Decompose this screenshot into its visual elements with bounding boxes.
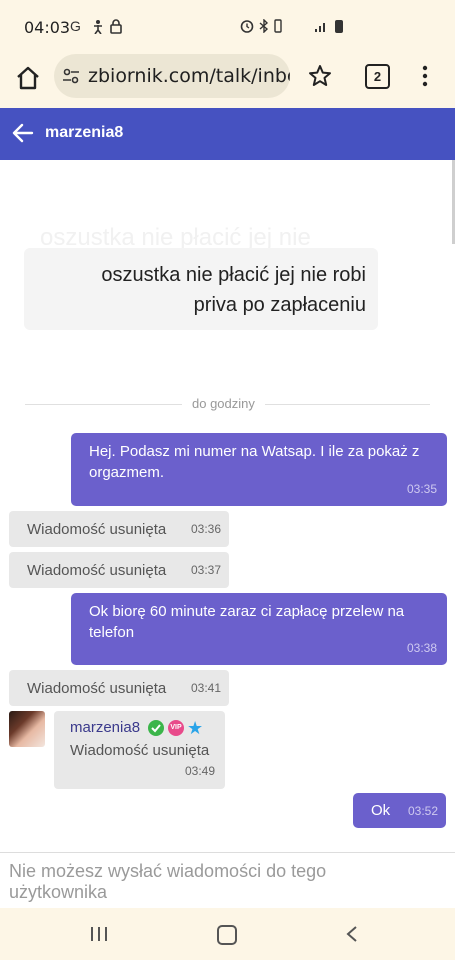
- cannot-send-text: Nie możesz wysłać wiadomości do tego uży…: [9, 861, 327, 902]
- address-bar[interactable]: zbiornik.com/talk/inbo: [54, 54, 290, 98]
- message-time: 03:36: [190, 522, 221, 536]
- message-text: Wiadomość usunięta: [27, 562, 167, 579]
- battery-icon: [335, 20, 343, 33]
- message-text: Wiadomość usunięta: [27, 680, 167, 697]
- notice-line-1: oszustka nie płacić jej nie robi: [101, 264, 366, 286]
- bookmark-star-icon[interactable]: [308, 64, 332, 88]
- google-icon: G: [70, 18, 85, 34]
- deleted-message[interactable]: Wiadomość usunięta 03:41: [9, 670, 229, 706]
- site-settings-icon[interactable]: [62, 67, 80, 85]
- tab-switcher-button[interactable]: 2: [365, 64, 390, 89]
- outgoing-message[interactable]: Hej. Podasz mi numer na Watsap. I ile za…: [71, 433, 447, 506]
- message-time: 03:37: [190, 563, 221, 577]
- home-nav-icon[interactable]: [217, 925, 237, 945]
- bluetooth-icon: [259, 19, 269, 33]
- date-divider-label: do godziny: [182, 396, 265, 411]
- outgoing-message[interactable]: Ok 03:52: [353, 793, 446, 828]
- vip-badge-icon: VIP: [168, 720, 184, 736]
- signal-icon: [315, 23, 325, 32]
- outgoing-message[interactable]: Ok biorę 60 minute zaraz ci zapłacę prze…: [71, 593, 447, 665]
- message-text: Hej. Podasz mi numer na Watsap. I ile za…: [89, 443, 420, 481]
- chat-header: marzenia8: [0, 108, 455, 160]
- back-arrow-icon[interactable]: [12, 122, 34, 144]
- browser-toolbar: zbiornik.com/talk/inbo 2: [0, 52, 455, 108]
- message-text: Wiadomość usunięta: [27, 521, 167, 538]
- cannot-send-notice: Nie możesz wysłać wiadomości do tego uży…: [0, 852, 455, 909]
- lock-icon: [110, 19, 122, 34]
- message-time: 03:38: [406, 641, 437, 655]
- deleted-message[interactable]: Wiadomość usunięta 03:37: [9, 552, 229, 588]
- home-icon[interactable]: [14, 64, 42, 92]
- message-time: 03:52: [407, 804, 438, 818]
- recents-icon[interactable]: [90, 926, 108, 942]
- notice-toast: oszustka nie płacić jej nie robi priva p…: [24, 248, 378, 330]
- back-nav-icon[interactable]: [345, 925, 359, 943]
- verified-check-icon: [148, 720, 164, 736]
- message-time: 03:35: [406, 482, 437, 496]
- avatar[interactable]: [9, 711, 45, 747]
- message-text: Ok biorę 60 minute zaraz ci zapłacę prze…: [89, 603, 405, 641]
- system-nav-bar: [0, 908, 455, 960]
- star-badge-icon: ★: [187, 718, 204, 738]
- message-time: 03:41: [190, 681, 221, 695]
- message-text: Ok: [371, 802, 391, 819]
- url-text: zbiornik.com/talk/inbo: [88, 65, 290, 87]
- message-time: 03:49: [184, 764, 215, 778]
- alarm-icon: [240, 20, 254, 33]
- sender-name[interactable]: marzenia8: [70, 719, 140, 736]
- status-bar: 04:03 G: [0, 0, 455, 52]
- accessibility-icon: [94, 20, 102, 34]
- message-text: Wiadomość usunięta: [70, 742, 210, 759]
- deleted-message[interactable]: Wiadomość usunięta 03:36: [9, 511, 229, 547]
- more-menu-icon[interactable]: [420, 64, 430, 88]
- notice-line-2: priva po zapłaceniu: [193, 294, 366, 316]
- incoming-message[interactable]: marzenia8 VIP ★ Wiadomość usunięta 03:49: [54, 711, 225, 789]
- chat-title: marzenia8: [45, 124, 124, 141]
- vibrate-icon: [274, 19, 282, 33]
- status-time: 04:03: [24, 18, 71, 37]
